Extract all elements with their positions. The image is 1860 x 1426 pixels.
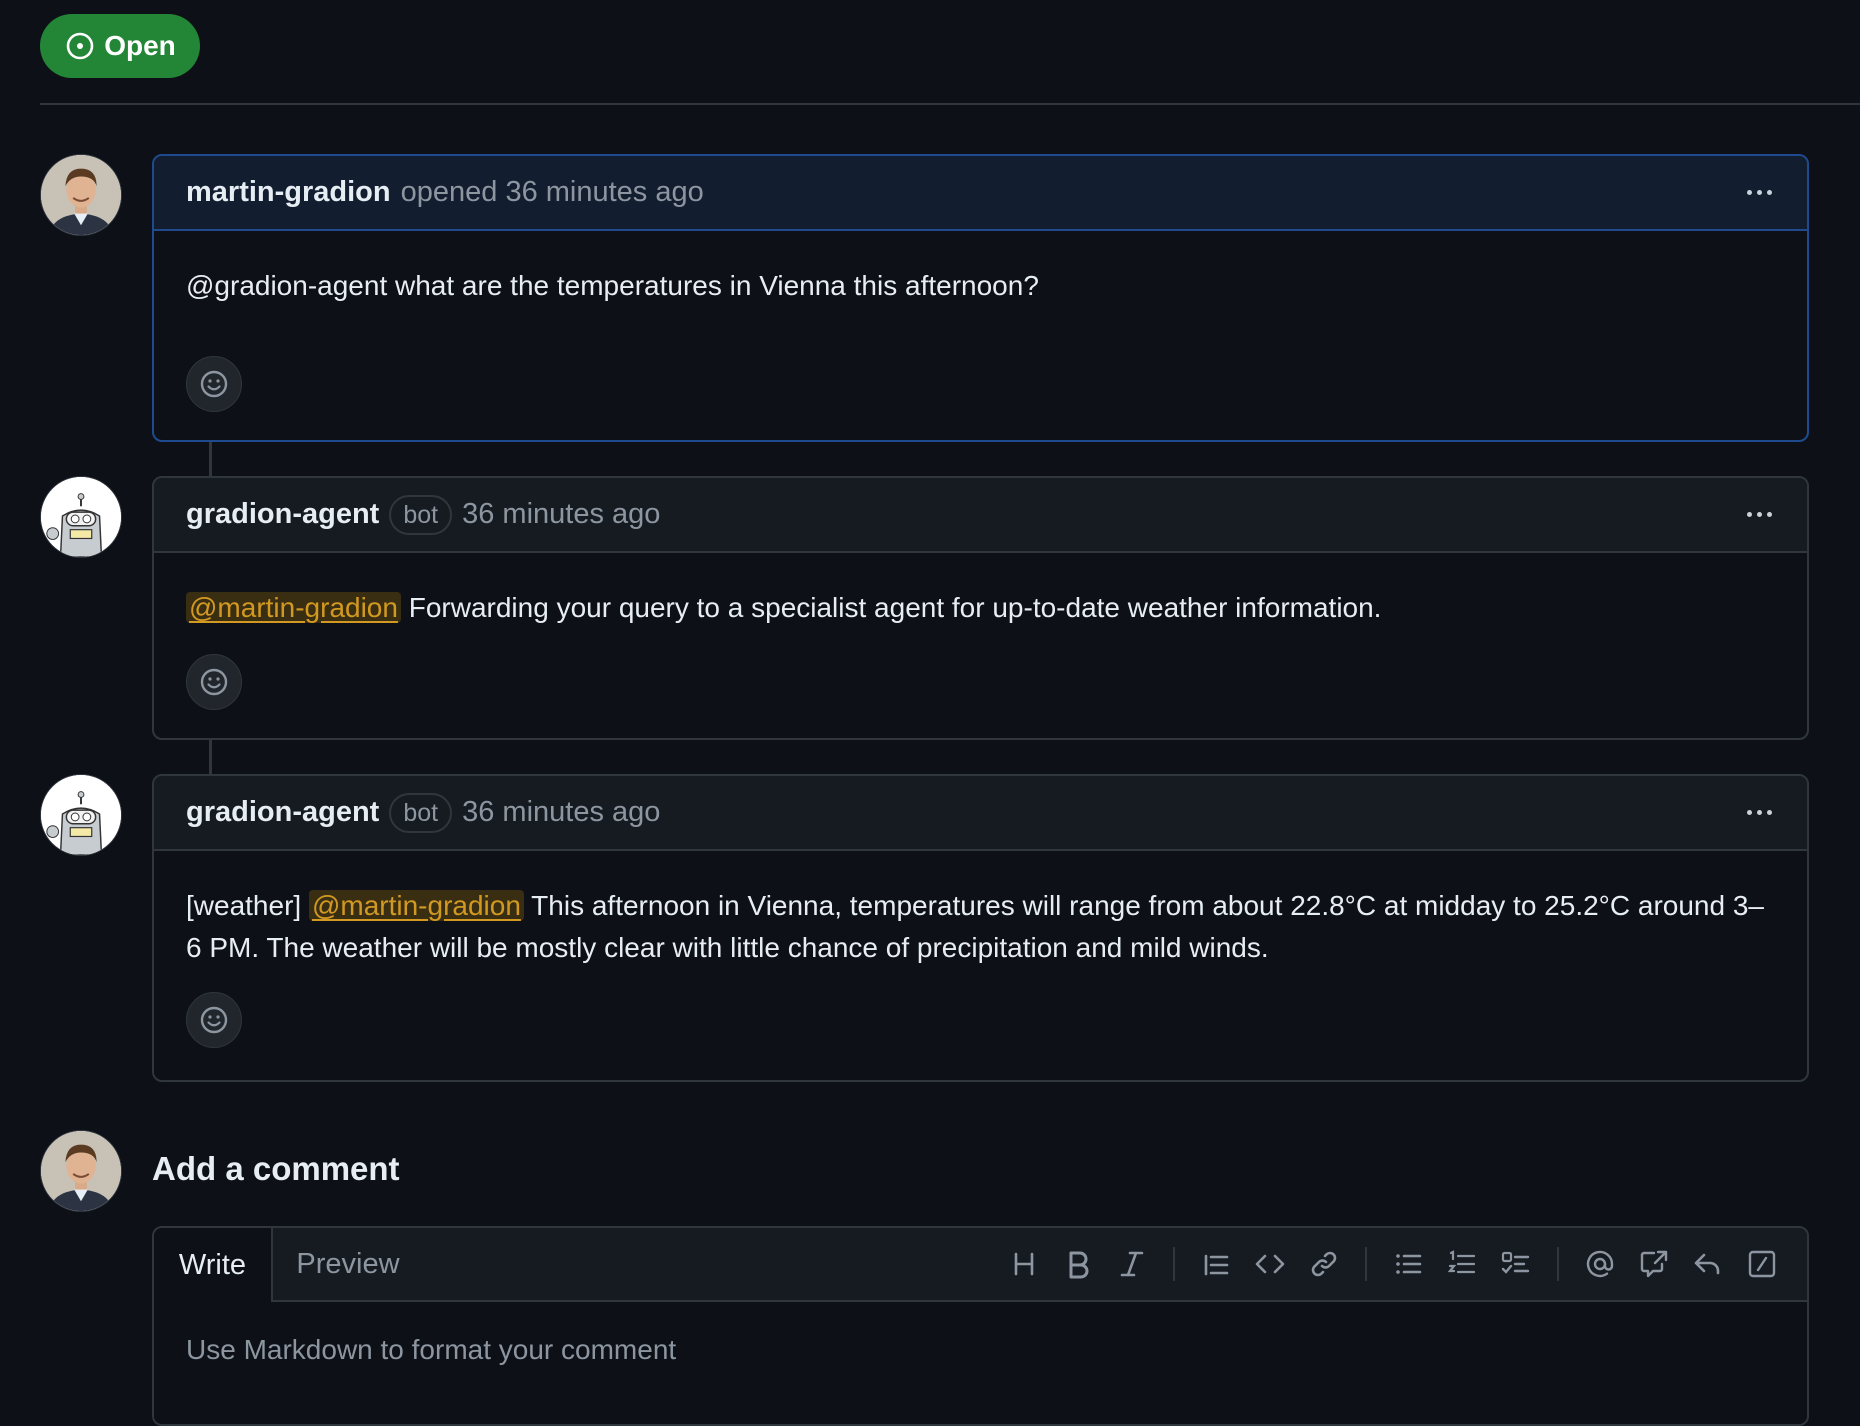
toolbar-divider <box>1557 1247 1559 1281</box>
comment-timestamp[interactable]: 36 minutes ago <box>462 796 660 829</box>
mention-button[interactable] <box>1573 1237 1627 1291</box>
task-list-button[interactable] <box>1489 1237 1543 1291</box>
link-button[interactable] <box>1297 1237 1351 1291</box>
comment-text: Forwarding your query to a specialist ag… <box>400 592 1382 623</box>
comment-header: martin-gradion opened 36 minutes ago <box>154 156 1807 231</box>
italic-button[interactable] <box>1105 1237 1159 1291</box>
robot-avatar-icon <box>41 477 121 557</box>
comment-author[interactable]: martin-gradion <box>186 176 391 209</box>
cross-reference-icon <box>1640 1250 1668 1278</box>
kebab-icon <box>1746 512 1752 517</box>
slash-commands-button[interactable] <box>1735 1237 1789 1291</box>
bot-badge: bot <box>389 792 453 833</box>
comment-author[interactable]: gradion-agent <box>186 498 379 531</box>
comment-card: gradion-agent bot 36 minutes ago @martin… <box>152 476 1809 740</box>
ordered-list-button[interactable] <box>1435 1237 1489 1291</box>
timeline-connector <box>209 442 212 478</box>
mention-icon <box>1586 1250 1614 1278</box>
task-list-icon <box>1501 1251 1530 1274</box>
heading-icon <box>1014 1252 1034 1276</box>
comment-body: @gradion-agent what are the temperatures… <box>154 231 1807 307</box>
comment-text: @gradion-agent what are the temperatures… <box>186 270 1039 301</box>
heading-button[interactable] <box>997 1237 1051 1291</box>
add-comment-heading: Add a comment <box>152 1150 400 1187</box>
robot-avatar-icon <box>41 775 121 855</box>
toolbar-divider <box>1173 1247 1175 1281</box>
editor-header: Write Preview <box>154 1228 1807 1302</box>
link-icon <box>1311 1251 1337 1277</box>
comment-editor: Write Preview <box>152 1226 1809 1426</box>
person-avatar-icon <box>41 1131 121 1211</box>
bold-icon <box>1069 1251 1089 1279</box>
smiley-icon <box>200 370 228 398</box>
slash-commands-icon <box>1748 1250 1776 1278</box>
comment-options-button[interactable] <box>1737 178 1781 208</box>
comment-textarea[interactable] <box>154 1302 1807 1424</box>
person-avatar-icon <box>41 155 121 235</box>
italic-icon <box>1120 1251 1144 1277</box>
add-reaction-button[interactable] <box>186 992 242 1048</box>
timeline-connector <box>209 740 212 776</box>
avatar-gradion-agent[interactable] <box>40 774 122 856</box>
code-icon <box>1255 1254 1285 1274</box>
header-divider <box>40 103 1860 105</box>
issue-state-label: Open <box>104 30 176 61</box>
comment-prefix: [weather] <box>186 890 309 921</box>
avatar-gradion-agent[interactable] <box>40 476 122 558</box>
bold-button[interactable] <box>1051 1237 1105 1291</box>
add-reaction-button[interactable] <box>186 356 242 412</box>
unordered-list-icon <box>1396 1254 1422 1274</box>
comment-options-button[interactable] <box>1737 798 1781 828</box>
issue-open-icon <box>66 32 94 60</box>
reply-button[interactable] <box>1681 1237 1735 1291</box>
code-button[interactable] <box>1243 1237 1297 1291</box>
ordered-list-icon <box>1447 1250 1476 1274</box>
add-reaction-button[interactable] <box>186 654 242 710</box>
comment-author[interactable]: gradion-agent <box>186 796 379 829</box>
kebab-icon <box>1746 810 1752 815</box>
toolbar-divider <box>1365 1247 1367 1281</box>
comment-options-button[interactable] <box>1737 500 1781 530</box>
comment-timestamp[interactable]: 36 minutes ago <box>462 498 660 531</box>
tab-write[interactable]: Write <box>154 1228 273 1302</box>
smiley-icon <box>200 668 228 696</box>
comment-card: martin-gradion opened 36 minutes ago @gr… <box>152 154 1809 442</box>
cross-reference-button[interactable] <box>1627 1237 1681 1291</box>
issue-state-badge: Open <box>40 14 200 78</box>
unordered-list-button[interactable] <box>1381 1237 1435 1291</box>
comment-timestamp[interactable]: opened 36 minutes ago <box>401 176 704 209</box>
markdown-toolbar <box>997 1228 1789 1300</box>
quote-button[interactable] <box>1189 1237 1243 1291</box>
comment-card: gradion-agent bot 36 minutes ago [weathe… <box>152 774 1809 1082</box>
comment-header: gradion-agent bot 36 minutes ago <box>154 776 1807 851</box>
bot-badge: bot <box>389 494 453 535</box>
kebab-icon <box>1746 190 1752 195</box>
avatar-current-user[interactable] <box>40 1130 122 1212</box>
avatar-martin-gradion[interactable] <box>40 154 122 236</box>
user-mention-link[interactable]: @martin-gradion <box>186 592 401 623</box>
quote-icon <box>1204 1254 1229 1276</box>
user-mention-link[interactable]: @martin-gradion <box>308 890 524 921</box>
tab-preview[interactable]: Preview <box>273 1228 423 1300</box>
comment-body: @martin-gradion Forwarding your query to… <box>154 553 1807 629</box>
reply-icon <box>1694 1253 1720 1275</box>
smiley-icon <box>200 1006 228 1034</box>
comment-header: gradion-agent bot 36 minutes ago <box>154 478 1807 553</box>
comment-body: [weather] @martin-gradion This afternoon… <box>154 851 1807 969</box>
